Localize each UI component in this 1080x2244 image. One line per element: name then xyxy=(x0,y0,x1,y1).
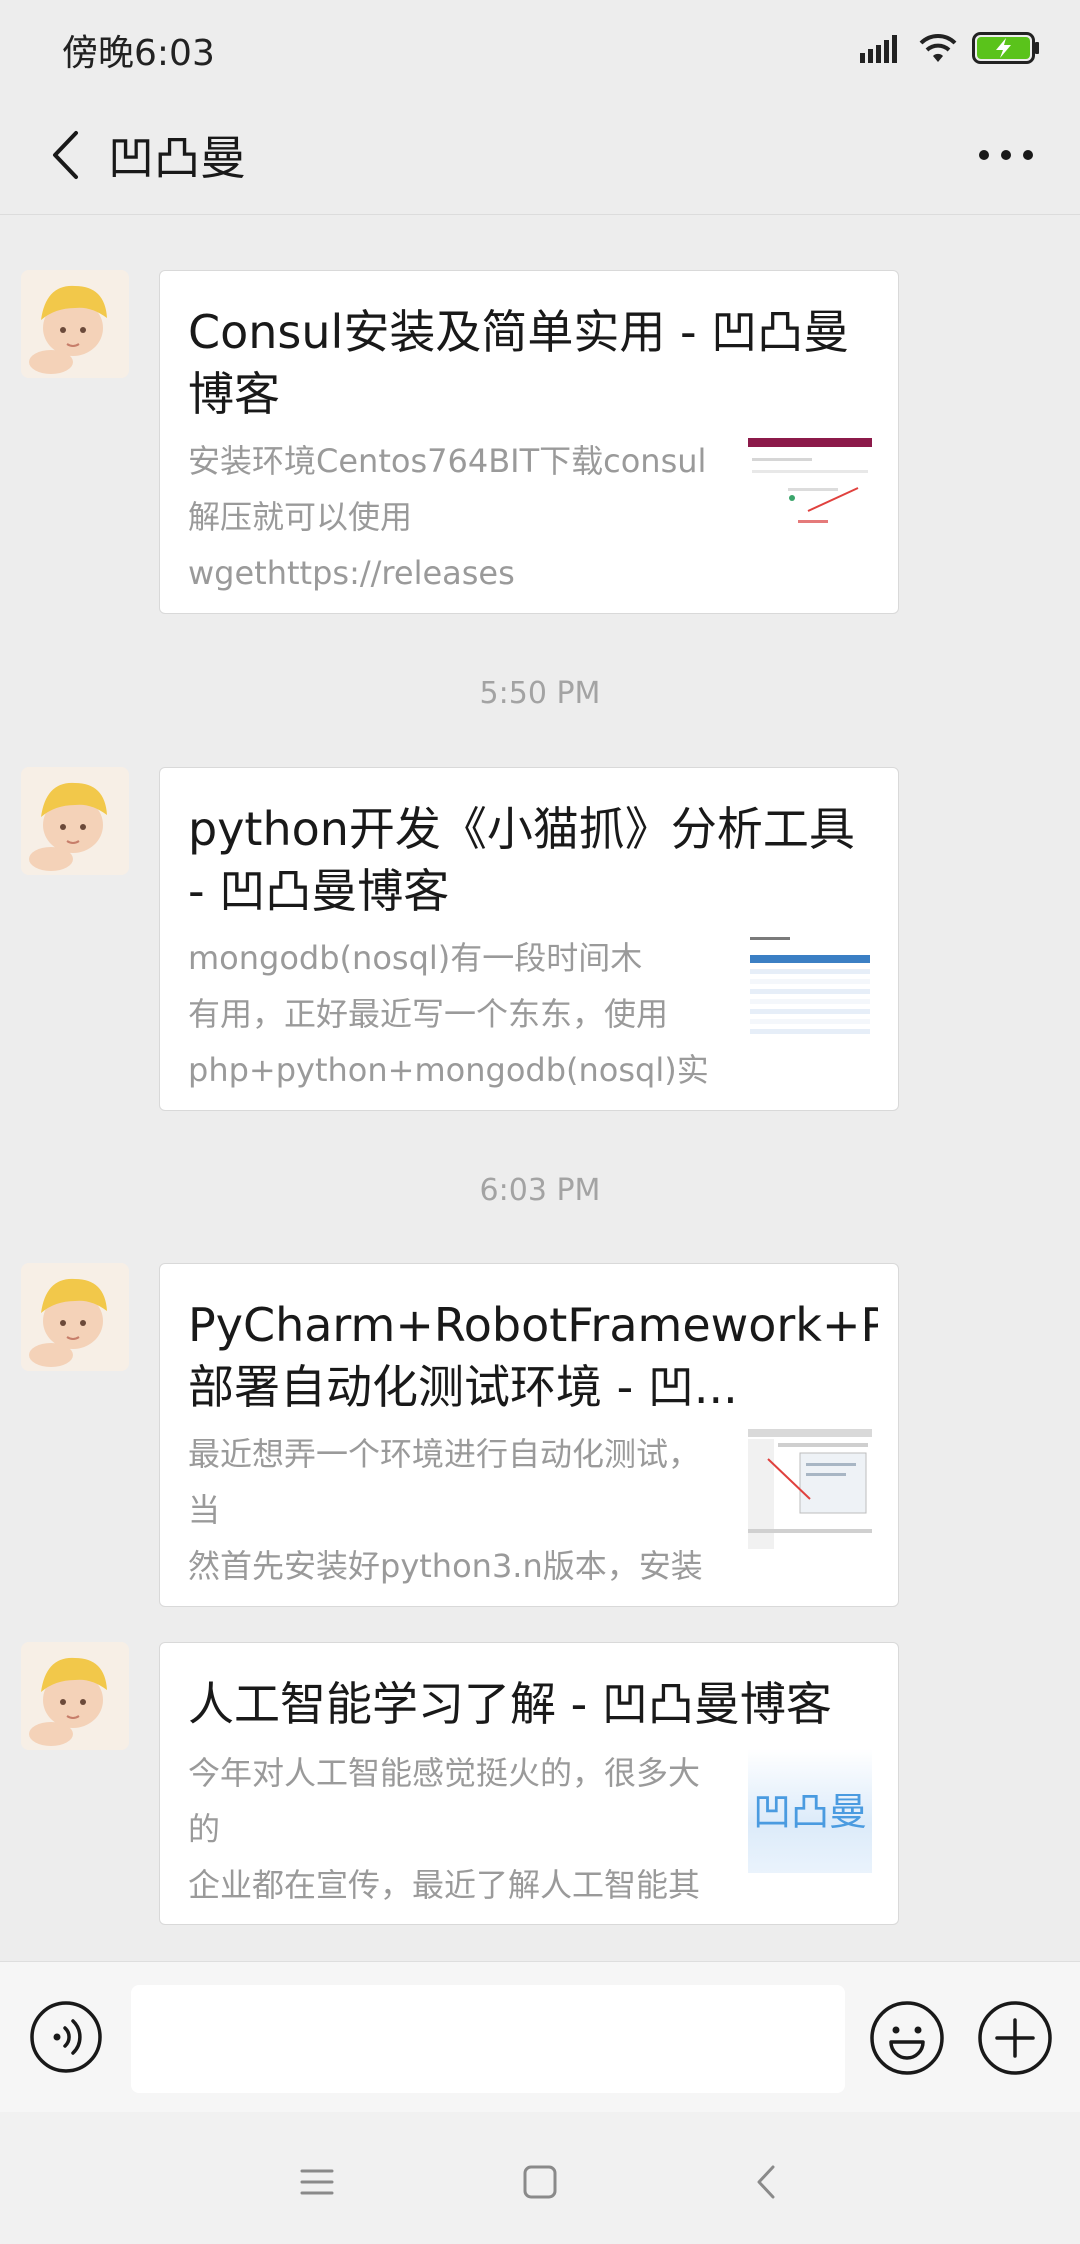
link-card[interactable]: python开发《小猫抓》分析工具 - 凹凸曼博客 mongodb(nosql)… xyxy=(159,767,899,1111)
emoji-button[interactable] xyxy=(869,2000,945,2076)
back-button[interactable] xyxy=(30,120,100,190)
avatar[interactable] xyxy=(21,1642,129,1750)
baby-avatar-icon xyxy=(21,767,129,875)
avatar[interactable] xyxy=(21,767,129,875)
link-card[interactable]: 人工智能学习了解 - 凹凸曼博客 今年对人工智能感觉挺火的，很多大的 企业都在宣… xyxy=(159,1642,899,1925)
article-table-image xyxy=(748,933,872,1057)
emoji-icon xyxy=(870,2001,944,2075)
svg-text:凹凸曼: 凹凸曼 xyxy=(753,1790,867,1834)
chat-messages: Consul安装及简单实用 - 凹凸曼博客 安装环境Centos764BIT下载… xyxy=(0,215,1080,1960)
voice-input-button[interactable] xyxy=(29,2000,103,2074)
plus-circle-icon xyxy=(978,2001,1052,2075)
back-triangle-icon xyxy=(757,2165,775,2199)
article-ide-screenshot-image xyxy=(748,1429,872,1553)
battery-icon xyxy=(972,32,1039,64)
card-thumbnail xyxy=(748,436,872,560)
card-thumbnail xyxy=(748,933,872,1057)
menu-button[interactable] xyxy=(287,2152,347,2212)
more-options-button[interactable] xyxy=(956,120,1056,190)
timestamp: 5:50 PM xyxy=(479,676,601,711)
card-thumbnail: 凹凸曼 xyxy=(748,1749,872,1873)
card-description: mongodb(nosql)有一段时间木 有用，正好最近写一个东东，使用 php… xyxy=(188,939,709,1089)
message-input[interactable] xyxy=(131,1985,845,2093)
status-icons xyxy=(860,28,1040,68)
baby-avatar-icon xyxy=(21,1642,129,1750)
logo-image: 凹凸曼 xyxy=(748,1749,872,1873)
back-arrow-icon xyxy=(53,131,78,179)
card-description: 今年对人工智能感觉挺火的，很多大的 企业都在宣传，最近了解人工智能其中 计算机视… xyxy=(188,1754,701,1904)
status-bar: 傍晚6:03 xyxy=(0,0,1080,92)
menu-icon xyxy=(300,2169,334,2195)
card-title: PyCharm+RobotFramework+Python3部署自动化测试环境 … xyxy=(188,1298,878,1414)
link-card[interactable]: PyCharm+RobotFramework+Python3部署自动化测试环境 … xyxy=(159,1263,899,1607)
card-title: python开发《小猫抓》分析工具 - 凹凸曼博客 xyxy=(188,802,855,918)
card-description: 安装环境Centos764BIT下载consul 解压就可以使用wgethttp… xyxy=(188,442,707,592)
link-card[interactable]: Consul安装及简单实用 - 凹凸曼博客 安装环境Centos764BIT下载… xyxy=(159,270,899,614)
system-navigation-bar xyxy=(0,2112,1080,2244)
avatar[interactable] xyxy=(21,270,129,378)
home-square-icon xyxy=(523,2165,557,2199)
signal-icon xyxy=(860,35,897,63)
timestamp: 6:03 PM xyxy=(479,1173,601,1208)
more-functions-button[interactable] xyxy=(977,2000,1053,2076)
card-thumbnail xyxy=(748,1429,872,1553)
card-description: 最近想弄一个环境进行自动化测试，当 然首先安装好python3.n版本，安装好 … xyxy=(188,1435,703,1585)
voice-icon xyxy=(30,2001,102,2073)
home-button[interactable] xyxy=(510,2152,570,2212)
chat-header: 凹凸曼 xyxy=(0,92,1080,215)
status-time: 傍晚6:03 xyxy=(62,33,215,74)
message-input-bar xyxy=(0,1961,1080,2113)
card-title: 人工智能学习了解 - 凹凸曼博客 xyxy=(188,1677,832,1731)
baby-avatar-icon xyxy=(21,1263,129,1371)
wifi-icon xyxy=(919,33,957,62)
avatar[interactable] xyxy=(21,1263,129,1371)
system-back-button[interactable] xyxy=(736,2152,796,2212)
chat-title: 凹凸曼 xyxy=(108,131,246,185)
more-dots-icon xyxy=(979,150,1033,160)
card-title: Consul安装及简单实用 - 凹凸曼博客 xyxy=(188,305,850,421)
article-screenshot-image xyxy=(748,436,872,560)
baby-avatar-icon xyxy=(21,270,129,378)
